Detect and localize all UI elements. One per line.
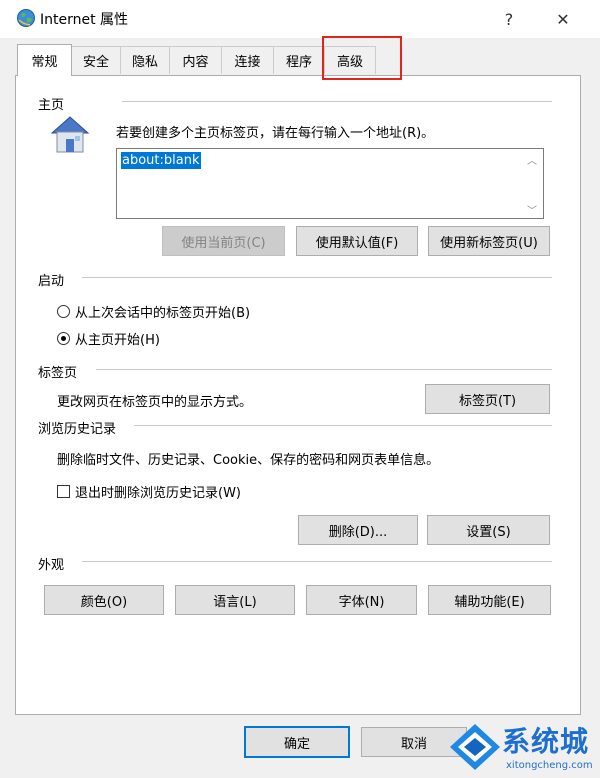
- close-button[interactable]: ✕: [540, 0, 586, 38]
- watermark: 系统城 xitongcheng.com: [446, 716, 600, 778]
- radio-start-home-label: 从主页开始(H): [75, 333, 160, 348]
- home-instruction: 若要创建多个主页标签页，请在每行输入一个地址(R)。: [116, 126, 435, 141]
- radio-last-session[interactable]: [57, 305, 70, 318]
- tab-content[interactable]: 内容: [169, 46, 222, 74]
- colors-button[interactable]: 颜色(O): [44, 585, 164, 615]
- scroll-up-icon[interactable]: ︿: [527, 152, 537, 167]
- history-settings-button[interactable]: 设置(S): [427, 515, 550, 545]
- fonts-button[interactable]: 字体(N): [306, 585, 417, 615]
- window-title: Internet 属性: [40, 12, 129, 28]
- home-group-label: 主页: [38, 98, 65, 113]
- tab-general[interactable]: 常规: [17, 44, 72, 76]
- internet-globe-icon: [16, 8, 36, 28]
- history-group-label: 浏览历史记录: [38, 422, 117, 437]
- history-description: 删除临时文件、历史记录、Cookie、保存的密码和网页表单信息。: [57, 453, 440, 468]
- tabs-settings-button[interactable]: 标签页(T): [425, 384, 550, 414]
- ok-button[interactable]: 确定: [244, 726, 350, 758]
- accessibility-button[interactable]: 辅助功能(E): [428, 585, 551, 615]
- tab-privacy[interactable]: 隐私: [120, 46, 170, 74]
- appearance-group-label: 外观: [38, 558, 65, 573]
- startup-group-label: 启动: [38, 274, 65, 289]
- history-divider: [134, 425, 552, 426]
- languages-button[interactable]: 语言(L): [175, 585, 295, 615]
- watermark-url: xitongcheng.com: [506, 760, 593, 771]
- delete-on-exit-label: 退出时删除浏览历史记录(W): [75, 486, 241, 501]
- scroll-down-icon[interactable]: ﹀: [527, 202, 537, 217]
- watermark-brand: 系统城: [502, 725, 590, 758]
- use-default-button[interactable]: 使用默认值(F): [296, 226, 418, 256]
- startup-divider: [82, 277, 552, 278]
- tabs-description: 更改网页在标签页中的显示方式。: [57, 395, 253, 410]
- tabs-divider: [96, 369, 552, 370]
- tabs-group-label: 标签页: [38, 366, 78, 381]
- watermark-logo-icon: [450, 724, 500, 770]
- home-house-icon: [48, 113, 92, 155]
- home-divider: [122, 101, 552, 102]
- radio-start-home[interactable]: [57, 332, 70, 345]
- delete-history-button[interactable]: 删除(D)...: [298, 515, 418, 545]
- tab-security[interactable]: 安全: [71, 46, 121, 74]
- advanced-tab-highlight: [322, 36, 402, 80]
- delete-on-exit-checkbox[interactable]: [57, 485, 70, 498]
- help-button[interactable]: ?: [486, 0, 532, 38]
- appearance-divider: [82, 561, 552, 562]
- tab-programs[interactable]: 程序: [273, 46, 325, 74]
- radio-last-session-label: 从上次会话中的标签页开始(B): [75, 306, 251, 321]
- home-url-value: about:blank: [121, 152, 201, 169]
- use-current-button[interactable]: 使用当前页(C): [162, 226, 285, 256]
- use-new-tab-button[interactable]: 使用新标签页(U): [428, 226, 550, 256]
- tab-connections[interactable]: 连接: [221, 46, 274, 74]
